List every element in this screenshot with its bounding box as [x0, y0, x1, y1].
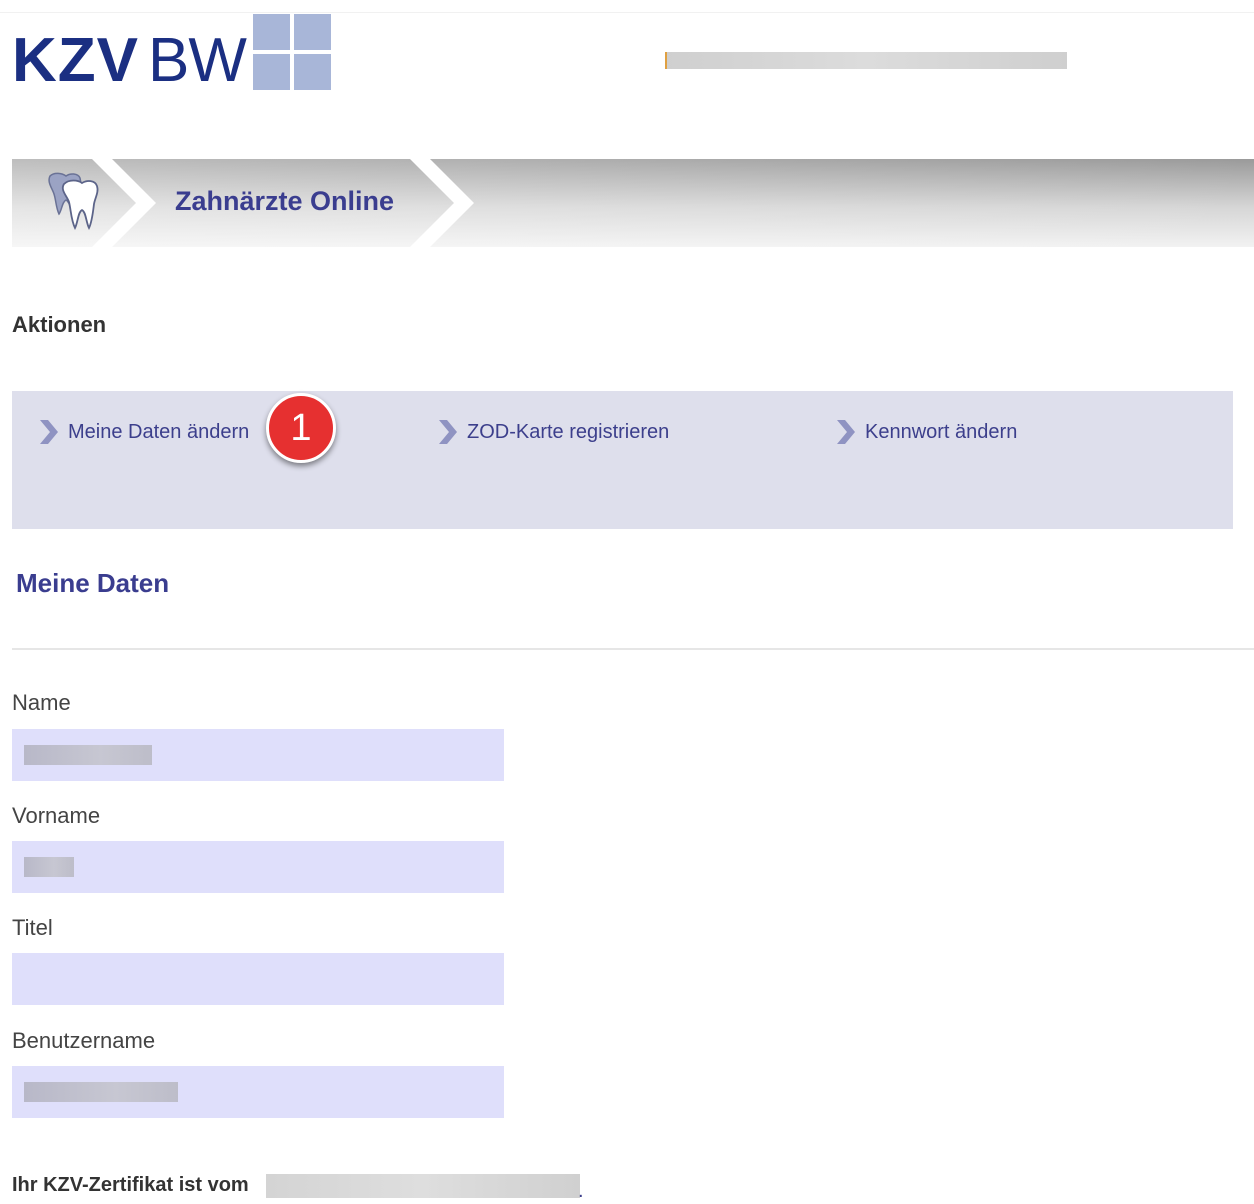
titel-field[interactable]: [12, 953, 504, 1005]
action-label: Meine Daten ändern: [68, 420, 250, 443]
action-edit-my-data[interactable]: Meine Daten ändern: [38, 418, 249, 446]
logo-text-kzv: KZV: [12, 26, 139, 95]
banner-title: Zahnärzte Online: [175, 186, 395, 216]
benutzername-label: Benutzername: [12, 1028, 156, 1053]
chevron-right-icon: [40, 420, 58, 444]
tooth-icon: [48, 172, 99, 231]
benutzername-field[interactable]: [12, 1066, 504, 1118]
action-label: Kennwort ändern: [865, 420, 1018, 443]
top-border: [0, 12, 1254, 13]
titel-label: Titel: [12, 915, 53, 940]
action-label: ZOD-Karte registrieren: [467, 420, 670, 443]
vorname-label: Vorname: [12, 803, 101, 828]
chevron-right-icon: [439, 420, 457, 444]
certificate-date-redacted: [266, 1174, 580, 1198]
logo-text-bw: BW: [148, 26, 247, 95]
actions-panel: [12, 391, 1233, 529]
redacted-value: [24, 745, 152, 765]
chevron-right-icon: [837, 420, 855, 444]
annotation-badge: 1: [266, 393, 336, 463]
logo-grid-icon: [253, 14, 331, 90]
redacted-value: [24, 857, 74, 877]
certificate-text: Ihr KZV-Zertifikat ist vom: [12, 1174, 249, 1196]
action-change-password[interactable]: Kennwort ändern: [835, 418, 1017, 446]
name-field[interactable]: [12, 729, 504, 781]
action-register-zod-card[interactable]: ZOD-Karte registrieren: [437, 418, 669, 446]
name-label: Name: [12, 690, 71, 715]
redacted-value: [24, 1082, 178, 1102]
vorname-field[interactable]: [12, 841, 504, 893]
section-title: Meine Daten: [16, 568, 170, 598]
divider: [12, 648, 1254, 650]
header-redacted-info: [665, 52, 1067, 69]
actions-heading: Aktionen: [12, 312, 107, 337]
certificate-period: .: [578, 1180, 584, 1202]
